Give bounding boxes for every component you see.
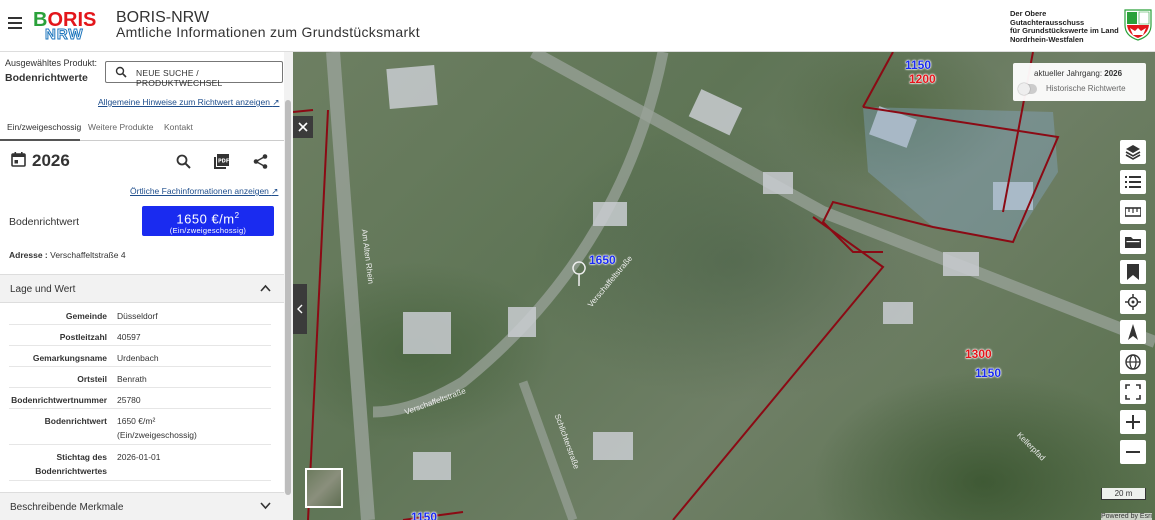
land-value-amount: 1650 €/m bbox=[176, 211, 235, 227]
historic-values-toggle[interactable] bbox=[1018, 83, 1037, 95]
bookmark-icon bbox=[1127, 264, 1139, 280]
tab-kontakt[interactable]: Kontakt bbox=[164, 122, 193, 132]
price-label: 1150 bbox=[975, 366, 1002, 381]
chevron-down-icon bbox=[260, 502, 271, 510]
panel-scrollbar-thumb[interactable] bbox=[285, 100, 291, 495]
tab-ein-zweigeschossig[interactable]: Ein/zweigeschossig bbox=[7, 122, 81, 132]
pdf-icon[interactable]: PDF bbox=[214, 154, 229, 169]
map-overlay bbox=[293, 52, 1155, 520]
table-row: Gemeinde Düsseldorf bbox=[9, 304, 271, 325]
overview-map-button[interactable] bbox=[305, 468, 343, 508]
app-header: BORIS NRW BORIS-NRW Amtliche Information… bbox=[0, 0, 1155, 52]
north-button[interactable] bbox=[1120, 320, 1146, 344]
menu-icon[interactable] bbox=[8, 17, 22, 29]
new-search-button[interactable]: NEUE SUCHE / PRODUKTWECHSEL bbox=[105, 61, 283, 88]
external-link-icon: ↗ bbox=[271, 186, 279, 196]
north-arrow-icon bbox=[1128, 324, 1138, 340]
land-value-label: Bodenrichtwert bbox=[9, 216, 80, 228]
collapse-panel-button[interactable] bbox=[293, 284, 307, 334]
zoom-out-icon bbox=[1126, 451, 1140, 453]
side-panel: Ausgewähltes Produkt: Bodenrichtwerte NE… bbox=[0, 52, 293, 520]
chevron-up-icon bbox=[260, 284, 271, 292]
price-label: 1150 bbox=[905, 58, 932, 73]
price-label: 1300 bbox=[965, 347, 992, 362]
legend-list-icon bbox=[1125, 176, 1141, 188]
legend-button[interactable] bbox=[1120, 170, 1146, 194]
locate-icon bbox=[1125, 294, 1141, 310]
ruler-icon bbox=[1125, 207, 1141, 217]
measure-button[interactable] bbox=[1120, 200, 1146, 224]
bookmark-button[interactable] bbox=[1120, 260, 1146, 284]
table-row: Bodenrichtwertnummer 25780 bbox=[9, 388, 271, 409]
tab-weitere-produkte[interactable]: Weitere Produkte bbox=[88, 122, 154, 132]
land-value-type: (Ein/zweigeschossig) bbox=[169, 226, 247, 236]
tab-bar: Ein/zweigeschossig Weitere Produkte Kont… bbox=[0, 115, 284, 141]
table-row: Gemarkungsname Urdenbach bbox=[9, 346, 271, 367]
layers-icon bbox=[1125, 145, 1141, 160]
land-value-button[interactable]: 1650 €/m2 (Ein/zweigeschossig) bbox=[142, 206, 274, 236]
historic-values-label: Historische Richtwerte bbox=[1046, 84, 1126, 93]
nrw-coat-of-arms-icon bbox=[1124, 9, 1152, 41]
section-lage-und-wert[interactable]: Lage und Wert bbox=[0, 274, 284, 303]
close-icon bbox=[298, 122, 308, 132]
active-tab-indicator bbox=[0, 139, 80, 141]
close-panel-button[interactable] bbox=[293, 116, 313, 138]
folder-icon bbox=[1125, 237, 1141, 248]
price-label: 1150 bbox=[411, 510, 438, 520]
price-label: 1200 bbox=[909, 72, 936, 87]
zoom-search-icon[interactable] bbox=[176, 154, 191, 169]
organisation-name: Der Obere Gutachterausschuss für Grundst… bbox=[1010, 9, 1119, 44]
boris-logo[interactable]: BORIS NRW bbox=[33, 10, 107, 44]
fullscreen-icon bbox=[1125, 384, 1141, 400]
calendar-icon bbox=[11, 152, 26, 167]
section-beschreibende-merkmale[interactable]: Beschreibende Merkmale bbox=[0, 492, 284, 520]
selected-product-label: Ausgewähltes Produkt: bbox=[5, 58, 98, 68]
year-selector: aktueller Jahrgang: 2026 Historische Ric… bbox=[1013, 63, 1146, 101]
table-row: Stichtag des Bodenrichtwertes 2026-01-01 bbox=[9, 445, 271, 481]
zoom-out-button[interactable] bbox=[1120, 440, 1146, 464]
attribution: Powered by Esri bbox=[1101, 513, 1152, 520]
table-row: Postleitzahl 40597 bbox=[9, 325, 271, 346]
folder-button[interactable] bbox=[1120, 230, 1146, 254]
price-label: 1650 bbox=[589, 253, 616, 268]
layers-button[interactable] bbox=[1120, 140, 1146, 164]
globe-icon bbox=[1125, 354, 1141, 370]
table-row: Bodenrichtwert 1650 €/m² (Ein/zweigeschoss… bbox=[9, 409, 271, 445]
attribute-table: Gemeinde Düsseldorf Postleitzahl 40597 Gem… bbox=[9, 304, 271, 481]
table-row: Ortsteil Benrath bbox=[9, 367, 271, 388]
selected-product-value: Bodenrichtwerte bbox=[5, 72, 88, 84]
external-link-icon: ↗ bbox=[272, 97, 280, 107]
zoom-in-button[interactable] bbox=[1120, 410, 1146, 434]
app-subtitle: Amtliche Informationen zum Grundstücksma… bbox=[116, 24, 420, 40]
scale-bar: 20 m bbox=[1101, 488, 1146, 500]
share-icon[interactable] bbox=[253, 154, 268, 169]
svg-text:PDF: PDF bbox=[218, 159, 229, 165]
year-header: 2026 PDF bbox=[0, 146, 284, 174]
chevron-left-icon bbox=[297, 304, 303, 314]
fullscreen-button[interactable] bbox=[1120, 380, 1146, 404]
search-icon bbox=[115, 66, 127, 78]
address: Adresse : Verschaffeltstraße 4 bbox=[9, 250, 126, 260]
basemap-button[interactable] bbox=[1120, 350, 1146, 374]
logo-subtext: NRW bbox=[45, 26, 84, 44]
zoom-in-icon bbox=[1126, 415, 1140, 429]
local-info-link[interactable]: Örtliche Fachinformationen anzeigen ↗ bbox=[130, 186, 278, 197]
new-search-label: NEUE SUCHE / PRODUKTWECHSEL bbox=[136, 68, 223, 88]
locate-button[interactable] bbox=[1120, 290, 1146, 314]
map-view[interactable]: Am Alten Rhein Verschaffeltstraße Versch… bbox=[293, 52, 1155, 520]
general-hints-link[interactable]: Allgemeine Hinweise zum Richtwert anzeig… bbox=[98, 97, 279, 108]
year-title: 2026 bbox=[32, 151, 70, 170]
